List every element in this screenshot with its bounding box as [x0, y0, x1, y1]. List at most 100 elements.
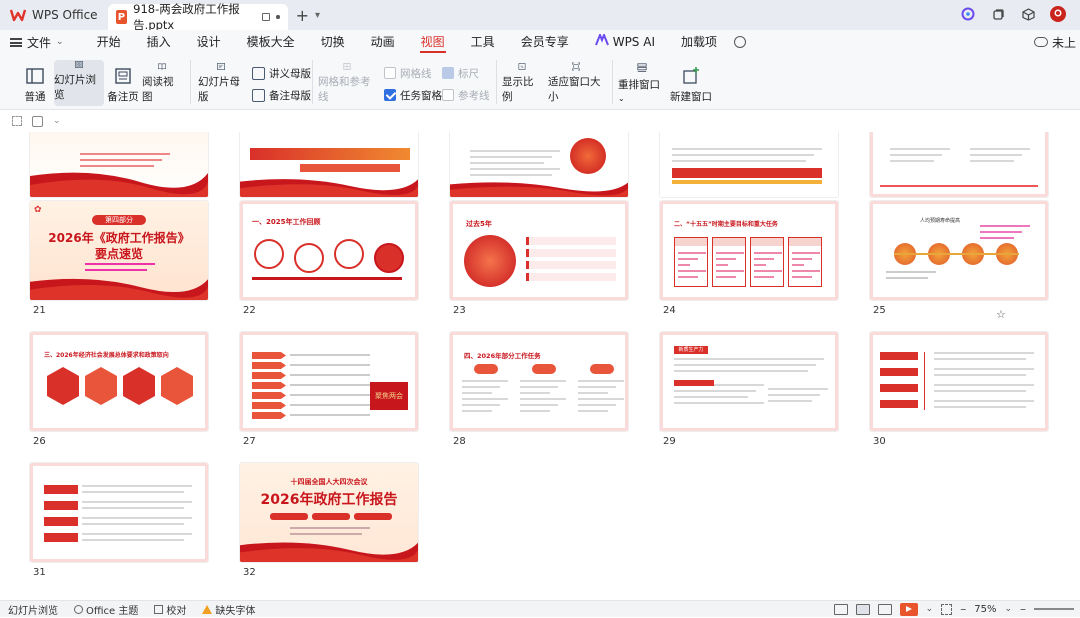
guides-checkbox[interactable]: 参考线 [442, 86, 490, 104]
slide-thumbnail[interactable]: 过去5年 [450, 201, 628, 300]
unsaved-dot-icon[interactable] [276, 15, 280, 19]
slide-sorter-status-icon[interactable] [855, 603, 870, 615]
new-window-button[interactable]: 新建窗口 [670, 62, 712, 104]
reading-view-button[interactable]: 阅读视图 [142, 62, 182, 104]
status-proof-label: 校对 [166, 605, 187, 617]
task-pane-check[interactable] [384, 89, 396, 101]
slide-sorter-label: 幻灯片浏览 [54, 74, 96, 101]
slide-text: 十四届全国人大四次会议 [290, 478, 368, 486]
wps-office-tab[interactable]: WPS Office [0, 0, 108, 30]
save-icon[interactable] [32, 115, 43, 127]
menu-item[interactable]: 设计 [184, 30, 234, 54]
notes-page-button[interactable]: 备注页 [107, 62, 139, 104]
chevron-down-icon[interactable]: ⌄ [53, 116, 61, 126]
slide-text: 四、2026年部分工作任务 [464, 352, 541, 360]
chevron-down-icon[interactable]: ⌄ [926, 604, 934, 614]
fit-window-button[interactable]: 适应窗口大小 [548, 62, 604, 104]
slide-thumbnail[interactable] [30, 132, 208, 197]
menu-item[interactable]: 插入 [134, 30, 184, 54]
fit-window-label: 适应窗口大小 [548, 76, 601, 103]
ai-assistant-icon[interactable] [960, 6, 976, 22]
slide-text: 三、2026年经济社会发展总体要求和政策取向 [44, 352, 169, 359]
slide-number: 25 [873, 305, 886, 316]
status-missing-font[interactable]: 缺失字体 [194, 601, 263, 618]
zoom-percentage[interactable]: 75% [974, 604, 996, 615]
slide-thumbnail[interactable]: 第四部分 2026年《政府工作报告》 要点速览 ✿ [30, 201, 208, 300]
zoom-out-icon[interactable]: – [960, 602, 966, 616]
hamburger-icon [10, 37, 22, 47]
menu-item[interactable]: 切换 [308, 30, 358, 54]
menu-item[interactable]: 动画 [358, 30, 408, 54]
cube-icon[interactable] [1020, 6, 1036, 22]
document-tab[interactable]: P 918-两会政府工作报告.pptx [107, 2, 288, 32]
gridlines-label: 网格线 [400, 67, 432, 80]
slide-thumbnail[interactable]: 聚焦两会 [240, 332, 418, 431]
file-menu[interactable]: 文件 ⌄ [0, 34, 74, 51]
slide-thumbnail[interactable]: 十四届全国人大四次会议 2026年政府工作报告 [240, 463, 418, 562]
slide-text: 2026年政府工作报告 [260, 492, 398, 508]
slide-thumbnail[interactable]: 人均预期寿命提高 [870, 201, 1048, 300]
gridlines-check[interactable] [384, 67, 396, 79]
zoom-out-button[interactable]: – [1020, 602, 1026, 616]
search-icon[interactable] [734, 36, 746, 48]
chevron-down-icon: ⌄ [56, 37, 64, 47]
new-tab-icon[interactable]: + [296, 6, 309, 25]
arrange-window-button[interactable]: 重排窗口 ⌄ [618, 62, 666, 104]
menu-bar: 文件 ⌄ 开始 插入 设计 模板大全 切换 动画 视图 工具 会员专享 WPS AI 加载项 未上 [0, 30, 1080, 54]
status-view: 幻灯片浏览 [0, 601, 66, 618]
slide-thumbnail[interactable]: 二、“十五五”时期主要目标和重大任务 [660, 201, 838, 300]
slide-thumbnail[interactable]: 四、2026年部分工作任务 [450, 332, 628, 431]
status-theme[interactable]: Office 主题 [66, 601, 146, 618]
zoom-slider[interactable] [1034, 608, 1074, 610]
ruler-checkbox[interactable]: 标尺 [442, 64, 479, 82]
grid-guides-button[interactable]: 网格和参考线 [318, 62, 376, 104]
notes-master-button[interactable]: 备注母版 [252, 86, 311, 104]
slide-thumbnail[interactable] [240, 132, 418, 197]
status-view-label: 幻灯片浏览 [8, 605, 58, 617]
slide-thumbnail[interactable]: 三、2026年经济社会发展总体要求和政策取向 [30, 332, 208, 431]
chevron-down-icon[interactable]: ⌄ [1004, 604, 1012, 614]
ruler-check[interactable] [442, 67, 454, 79]
slide-thumbnail[interactable]: 新质生产力 [660, 332, 838, 431]
ribbon-view: 普通 幻灯片浏览 备注页 阅读视图 幻灯片母版 讲义母版 备注母版 网格和参考线… [0, 54, 1080, 110]
menu-item[interactable]: 加载项 [668, 30, 730, 54]
slide-master-button[interactable]: 幻灯片母版 [198, 62, 244, 104]
slide-thumbnail[interactable] [870, 332, 1048, 431]
guides-check[interactable] [442, 89, 454, 101]
slideshow-play-icon[interactable] [899, 602, 918, 616]
new-window-icon [683, 67, 699, 84]
slide-thumbnail[interactable] [30, 463, 208, 562]
tab-list-chevron-icon[interactable]: ▾ [315, 10, 320, 21]
star-icon[interactable]: ☆ [996, 308, 1006, 321]
slide-sorter-button[interactable]: 幻灯片浏览 [54, 60, 104, 106]
status-proof[interactable]: 校对 [146, 601, 194, 618]
task-pane-label: 任务窗格 [400, 89, 442, 102]
user-avatar[interactable] [1050, 6, 1066, 22]
slide-thumbnail[interactable] [660, 132, 838, 197]
monitor-icon[interactable] [261, 13, 271, 21]
slide-thumbnail[interactable]: 一、2025年工作回顾 [240, 201, 418, 300]
menu-item[interactable]: 会员专享 [508, 30, 582, 54]
handout-master-button[interactable]: 讲义母版 [252, 64, 311, 82]
menu-item[interactable]: 模板大全 [234, 30, 308, 54]
menu-item[interactable]: 开始 [84, 30, 134, 54]
window-copy-icon[interactable] [990, 6, 1006, 22]
slide-master-icon [217, 63, 225, 70]
fit-icon[interactable] [941, 603, 953, 615]
menu-item[interactable]: 工具 [458, 30, 508, 54]
reading-view-status-icon[interactable] [877, 603, 892, 615]
menu-item[interactable]: 视图 [408, 30, 458, 54]
crop-icon[interactable] [12, 116, 22, 126]
zoom-button[interactable]: % 显示比例 [502, 62, 542, 104]
normal-view-button[interactable]: 普通 [18, 62, 52, 104]
normal-view-status-icon[interactable] [833, 603, 848, 615]
status-bar: 幻灯片浏览 Office 主题 校对 缺失字体 ⌄ – 75% ⌄ – [0, 600, 1080, 617]
gridlines-checkbox[interactable]: 网格线 [384, 64, 432, 82]
cloud-sync[interactable]: 未上 [1033, 34, 1076, 51]
slide-thumbnail[interactable] [870, 132, 1048, 197]
warning-icon [202, 604, 213, 614]
task-pane-checkbox[interactable]: 任务窗格 [384, 86, 442, 104]
slide-thumbnail[interactable] [450, 132, 628, 197]
menu-item[interactable]: WPS AI [582, 30, 668, 54]
separator [312, 60, 313, 104]
